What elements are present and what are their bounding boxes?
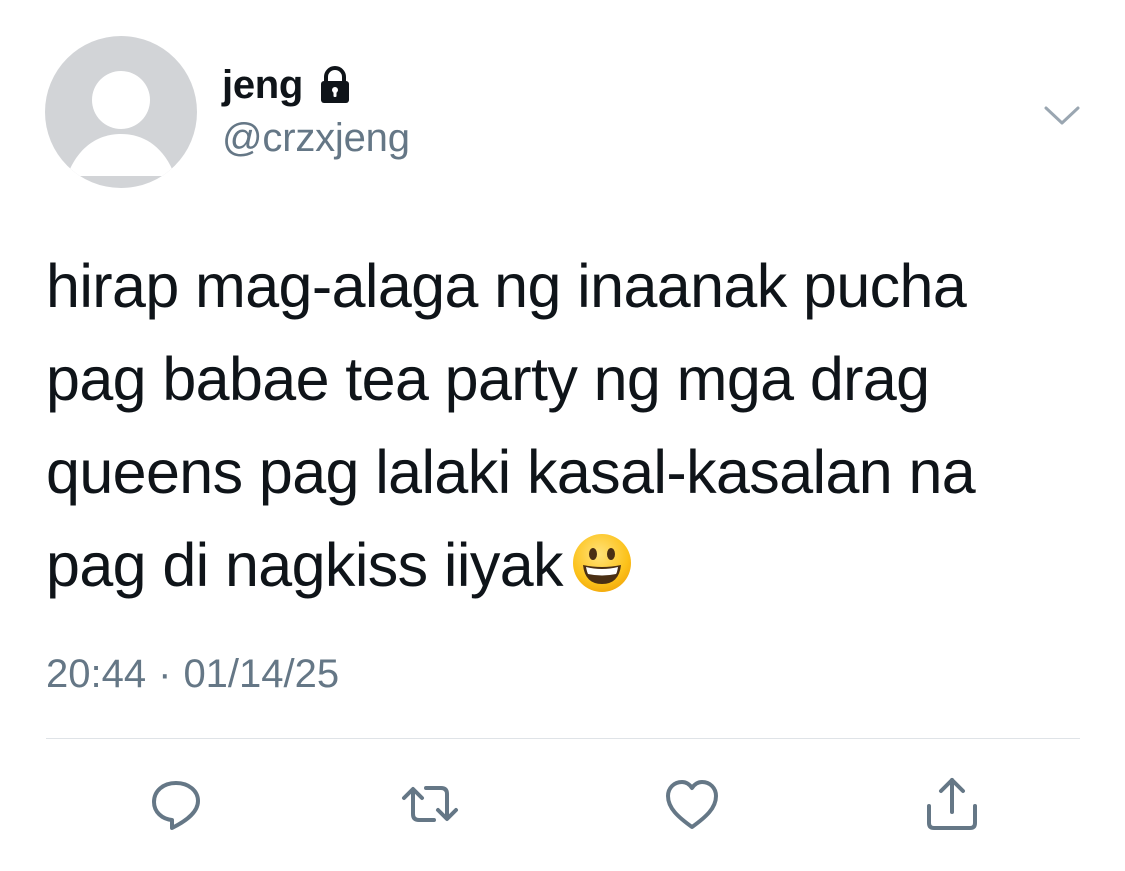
tweet-body: hirap mag-alaga ng inaanak pucha pag bab… <box>46 252 976 599</box>
tweet-text: hirap mag-alaga ng inaanak pucha pag bab… <box>46 240 1086 612</box>
grinning-face-emoji-icon <box>571 527 633 592</box>
tweet-time: 20:44 <box>46 652 147 696</box>
retweet-icon[interactable] <box>400 774 460 834</box>
display-name[interactable]: jeng <box>222 63 303 108</box>
heart-icon[interactable] <box>662 774 722 834</box>
user-handle[interactable]: @crzxjeng <box>222 116 410 161</box>
divider <box>46 738 1080 739</box>
user-name-row[interactable]: jeng <box>222 60 355 110</box>
timestamp-separator: · <box>158 652 172 696</box>
tweet-date: 01/14/25 <box>183 652 340 696</box>
chevron-down-icon[interactable] <box>1040 94 1084 138</box>
share-icon[interactable] <box>922 774 982 834</box>
lock-icon <box>315 65 355 105</box>
reply-icon[interactable] <box>146 774 206 834</box>
default-profile-icon <box>67 71 175 176</box>
tweet-timestamp[interactable]: 20:44 · 01/14/25 <box>46 652 339 697</box>
avatar[interactable] <box>45 36 197 188</box>
